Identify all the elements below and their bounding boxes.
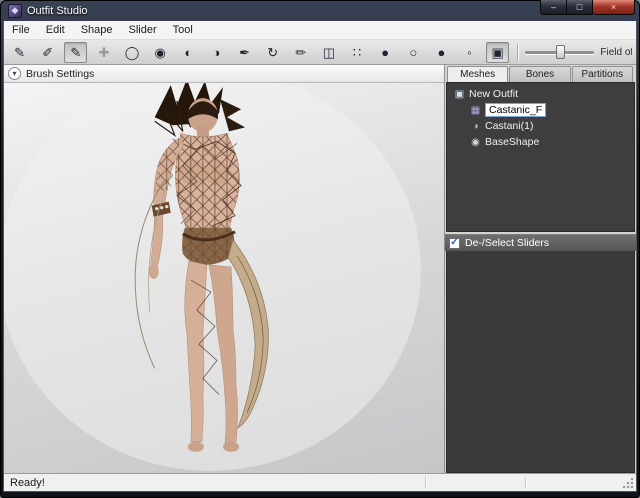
weight-brush-button[interactable]: ◉ — [149, 42, 172, 63]
brush-size-large-button[interactable]: ● — [430, 42, 453, 63]
viewport-3d[interactable] — [4, 83, 444, 473]
close-button[interactable]: × — [593, 0, 635, 15]
brush-size-small-icon: ◦ — [467, 46, 472, 59]
sliders-header-label: De-/Select Sliders — [465, 237, 549, 249]
maximize-button[interactable]: □ — [567, 0, 593, 15]
tab-partitions[interactable]: Partitions — [572, 66, 633, 82]
menubar: File Edit Shape Slider Tool — [4, 21, 636, 40]
brush-size-filled-button[interactable]: ● — [374, 42, 397, 63]
move-brush-icon: ✚ — [98, 46, 109, 59]
mesh-sphere-icon: ◑ — [469, 121, 482, 132]
viewport-column: ▾ Brush Settings — [4, 65, 444, 473]
tree-item-baseshape[interactable]: ◉ BaseShape — [447, 134, 634, 150]
statusbar: Ready! — [4, 473, 636, 491]
toolbar: ✎ ✐ ✎ ✚ ◯ ◉ ◐ ◑ ✒ ↻ ✏ ◫ ∷ ● ○ ● ◦ ▣ Fiel… — [4, 40, 636, 65]
menu-shape[interactable]: Shape — [73, 22, 121, 38]
airbrush-button[interactable]: ✒ — [233, 42, 256, 63]
window-controls: – □ × — [540, 0, 635, 21]
vertex-display-icon: ∷ — [353, 46, 361, 59]
client-area: File Edit Shape Slider Tool ✎ ✐ ✎ ✚ ◯ ◉ … — [3, 21, 637, 492]
split-view-toggle-icon: ◫ — [323, 46, 335, 59]
deselect-sliders-checkbox[interactable]: ✓ — [449, 238, 460, 249]
split-view-toggle-button[interactable]: ◫ — [317, 42, 340, 63]
brush-falloff-icon: ◐ — [184, 46, 192, 59]
mesh-eye-icon: ◉ — [469, 137, 482, 148]
menu-slider[interactable]: Slider — [121, 22, 165, 38]
inflate-brush-button[interactable]: ✐ — [36, 42, 59, 63]
toolbar-separator — [517, 44, 518, 61]
mask-brush-button[interactable]: ✎ — [8, 42, 31, 63]
deflate-brush-icon: ✎ — [70, 46, 81, 59]
edit-pen-button[interactable]: ✏ — [289, 42, 312, 63]
right-panel: Meshes Bones Partitions ▣ New Outfit ▦ C… — [444, 65, 636, 473]
outfit-studio-window: ◆ Outfit Studio – □ × File Edit Shape Sl… — [0, 0, 640, 498]
weight-brush-icon: ◉ — [155, 46, 166, 59]
rotate-view-button[interactable]: ↻ — [261, 42, 284, 63]
perspective-toggle-button[interactable]: ▣ — [486, 42, 509, 63]
meshes-tree: ▣ New Outfit ▦ Castanic_F ◑ Castani(1) ◉… — [446, 82, 635, 232]
titlebar[interactable]: ◆ Outfit Studio – □ × — [3, 0, 637, 21]
tree-item-label: Castani(1) — [485, 120, 533, 132]
perspective-toggle-icon: ▣ — [492, 46, 504, 59]
brush-size-large-icon: ● — [438, 46, 446, 59]
menu-tool[interactable]: Tool — [165, 22, 201, 38]
tab-bones[interactable]: Bones — [509, 66, 570, 82]
resize-grip[interactable] — [622, 477, 634, 489]
status-text: Ready! — [10, 477, 45, 489]
sliders-panel[interactable] — [446, 251, 635, 473]
field-of-view-label: Field of — [600, 47, 632, 58]
brush-strength-icon: ◑ — [213, 46, 221, 59]
menu-edit[interactable]: Edit — [38, 22, 73, 38]
brush-settings-label: Brush Settings — [26, 68, 94, 80]
tree-item-label: New Outfit — [469, 88, 518, 100]
move-brush-button[interactable]: ✚ — [92, 42, 115, 63]
deflate-brush-button[interactable]: ✎ — [64, 42, 87, 63]
brush-falloff-button[interactable]: ◐ — [177, 42, 200, 63]
tree-item-new-outfit[interactable]: ▣ New Outfit — [447, 86, 634, 102]
brush-size-small-button[interactable]: ◦ — [458, 42, 481, 63]
slider-thumb[interactable] — [556, 45, 565, 59]
rotate-view-icon: ↻ — [267, 46, 278, 59]
vertex-display-button[interactable]: ∷ — [346, 42, 369, 63]
character-model — [4, 83, 444, 473]
tree-item-castanic-f[interactable]: ▦ Castanic_F — [447, 102, 634, 118]
brush-size-outline-icon: ○ — [409, 46, 417, 59]
tree-item-castani-1[interactable]: ◑ Castani(1) — [447, 118, 634, 134]
menu-file[interactable]: File — [4, 22, 38, 38]
tab-meshes[interactable]: Meshes — [447, 66, 508, 82]
mask-brush-icon: ✎ — [14, 46, 25, 59]
tree-item-label: Castanic_F — [485, 103, 546, 117]
window-title: Outfit Studio — [27, 5, 540, 17]
right-panel-tabs: Meshes Bones Partitions — [445, 65, 636, 82]
brush-size-filled-icon: ● — [381, 46, 389, 59]
chevron-down-icon[interactable]: ▾ — [8, 67, 21, 80]
mesh-grid-icon: ▦ — [469, 105, 482, 116]
app-icon: ◆ — [8, 4, 22, 18]
smooth-brush-button[interactable]: ◯ — [121, 42, 144, 63]
smooth-brush-icon: ◯ — [125, 46, 140, 59]
brush-size-outline-button[interactable]: ○ — [402, 42, 425, 63]
minimize-button[interactable]: – — [540, 0, 567, 15]
main-content: ▾ Brush Settings — [4, 65, 636, 473]
brush-strength-button[interactable]: ◑ — [205, 42, 228, 63]
inflate-brush-icon: ✐ — [42, 46, 53, 59]
sliders-header[interactable]: ✓ De-/Select Sliders — [445, 234, 636, 251]
edit-pen-icon: ✏ — [295, 46, 306, 59]
airbrush-icon: ✒ — [239, 46, 250, 59]
outfit-package-icon: ▣ — [453, 89, 466, 100]
statusbar-separator — [525, 477, 526, 488]
statusbar-separator — [425, 477, 426, 488]
tree-item-label: BaseShape — [485, 136, 539, 148]
brush-settings-header[interactable]: ▾ Brush Settings — [4, 65, 444, 83]
field-of-view-slider[interactable] — [525, 43, 594, 61]
